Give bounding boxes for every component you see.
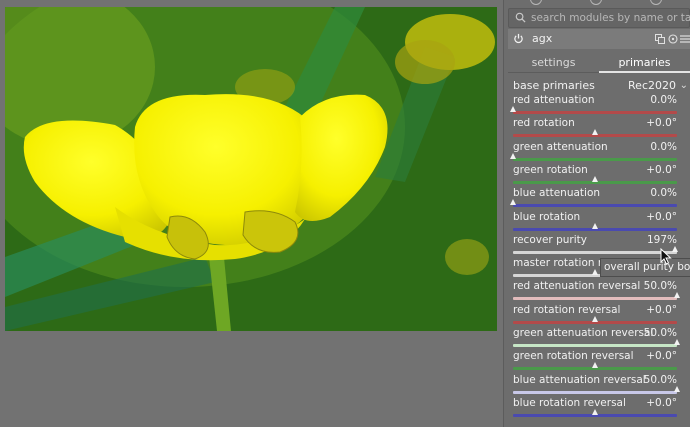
slider-value: 50.0% bbox=[643, 280, 677, 293]
clock-icon[interactable] bbox=[590, 0, 602, 5]
slider-marker[interactable] bbox=[674, 292, 680, 299]
slider-label: recover purity bbox=[513, 233, 587, 246]
slider-track[interactable] bbox=[513, 250, 677, 254]
module-header-agx[interactable]: agx bbox=[508, 29, 690, 49]
slider-track[interactable] bbox=[513, 297, 677, 301]
slider-marker[interactable] bbox=[592, 129, 598, 136]
slider-marker[interactable] bbox=[592, 315, 598, 322]
chevron-down-icon: ⌄ bbox=[679, 80, 688, 91]
slider-recover-purity[interactable]: recover purity 197% bbox=[513, 233, 678, 257]
tab-primaries[interactable]: primaries bbox=[599, 53, 690, 73]
power-icon[interactable] bbox=[513, 33, 524, 44]
slider-label: blue rotation reversal bbox=[513, 396, 626, 409]
slider-red-rotation[interactable]: red rotation +0.0° bbox=[513, 117, 677, 140]
slider-value: 0.0% bbox=[650, 187, 677, 200]
menu-icon[interactable] bbox=[680, 34, 690, 44]
star-icon[interactable] bbox=[650, 0, 662, 5]
search-placeholder: search modules by name or tag bbox=[531, 12, 690, 24]
module-tabs: settings primaries bbox=[508, 53, 690, 73]
slider-label: blue attenuation reversal bbox=[513, 373, 646, 386]
slider-marker[interactable] bbox=[592, 408, 598, 415]
slider-value: +0.0° bbox=[646, 350, 677, 363]
slider-value: +0.0° bbox=[646, 210, 677, 223]
search-icon bbox=[515, 12, 526, 23]
image-canvas[interactable] bbox=[5, 7, 497, 331]
slider-red-attenuation-reversal[interactable]: red attenuation reversal 50.0% bbox=[513, 280, 680, 303]
slider-marker[interactable] bbox=[592, 362, 598, 369]
base-primaries-label: base primaries bbox=[513, 79, 595, 92]
presets-icon[interactable] bbox=[655, 34, 665, 44]
slider-label: red attenuation reversal bbox=[513, 280, 641, 293]
slider-green-rotation-reversal[interactable]: green rotation reversal +0.0° bbox=[513, 350, 677, 373]
slider-value: +0.0° bbox=[646, 396, 677, 409]
tooltip: overall purity boost bbox=[600, 258, 690, 277]
right-panel: search modules by name or tag agx settin… bbox=[503, 0, 690, 427]
slider-label: green rotation reversal bbox=[513, 350, 634, 363]
slider-value: +0.0° bbox=[646, 303, 677, 316]
reset-icon[interactable] bbox=[668, 34, 678, 44]
slider-value: 50.0% bbox=[643, 327, 677, 339]
slider-label: red attenuation bbox=[513, 94, 595, 106]
slider-marker[interactable] bbox=[592, 175, 598, 182]
slider-track[interactable] bbox=[513, 111, 677, 114]
slider-marker[interactable] bbox=[510, 152, 516, 159]
slider-value: 0.0% bbox=[650, 94, 677, 106]
slider-green-attenuation-reversal[interactable]: green attenuation reversal 50.0% bbox=[513, 327, 680, 350]
slider-track[interactable] bbox=[513, 157, 677, 161]
slider-red-attenuation[interactable]: red attenuation 0.0% bbox=[510, 94, 677, 117]
slider-value: 0.0% bbox=[650, 140, 677, 153]
slider-marker[interactable] bbox=[592, 222, 598, 229]
slider-value: 50.0% bbox=[643, 373, 677, 386]
slider-marker[interactable] bbox=[510, 106, 516, 112]
slider-marker[interactable] bbox=[674, 385, 680, 392]
base-primaries-value: Rec2020 bbox=[628, 79, 676, 92]
slider-marker[interactable] bbox=[674, 339, 680, 345]
module-name: agx bbox=[532, 32, 553, 45]
mouse-cursor-icon bbox=[660, 248, 672, 265]
utility-icons bbox=[504, 0, 690, 6]
slider-track[interactable] bbox=[513, 204, 677, 208]
photo-buttercup bbox=[5, 7, 497, 331]
slider-track[interactable] bbox=[513, 390, 677, 394]
base-primaries-dropdown[interactable]: base primaries Rec2020 ⌄ bbox=[513, 78, 690, 94]
slider-red-rotation-reversal[interactable]: red rotation reversal +0.0° bbox=[513, 304, 677, 327]
slider-label: blue attenuation bbox=[513, 187, 601, 200]
slider-label: green attenuation reversal bbox=[513, 327, 654, 339]
slider-blue-rotation[interactable]: blue rotation +0.0° bbox=[513, 211, 677, 234]
module-search-input[interactable]: search modules by name or tag bbox=[508, 8, 690, 28]
slider-green-rotation[interactable]: green rotation +0.0° bbox=[513, 164, 677, 187]
slider-label: red rotation reversal bbox=[513, 303, 621, 316]
slider-value: 197% bbox=[646, 233, 677, 246]
slider-green-attenuation[interactable]: green attenuation 0.0% bbox=[510, 140, 677, 164]
slider-blue-attenuation[interactable]: blue attenuation 0.0% bbox=[510, 187, 677, 210]
slider-value: +0.0° bbox=[646, 163, 677, 176]
slider-blue-rotation-reversal[interactable]: blue rotation reversal +0.0° bbox=[513, 397, 677, 420]
slider-label: red rotation bbox=[513, 117, 575, 130]
slider-label: green attenuation bbox=[513, 140, 608, 153]
scope-icon[interactable] bbox=[530, 0, 542, 5]
slider-marker[interactable] bbox=[510, 199, 516, 206]
slider-track[interactable] bbox=[513, 344, 677, 347]
tab-settings[interactable]: settings bbox=[508, 53, 599, 73]
slider-blue-attenuation-reversal[interactable]: blue attenuation reversal 50.0% bbox=[513, 373, 680, 397]
slider-marker[interactable] bbox=[592, 269, 598, 276]
slider-label: green rotation bbox=[513, 163, 588, 176]
slider-label: blue rotation bbox=[513, 210, 581, 223]
slider-value: +0.0° bbox=[646, 117, 677, 130]
slider-marker[interactable] bbox=[671, 245, 678, 252]
